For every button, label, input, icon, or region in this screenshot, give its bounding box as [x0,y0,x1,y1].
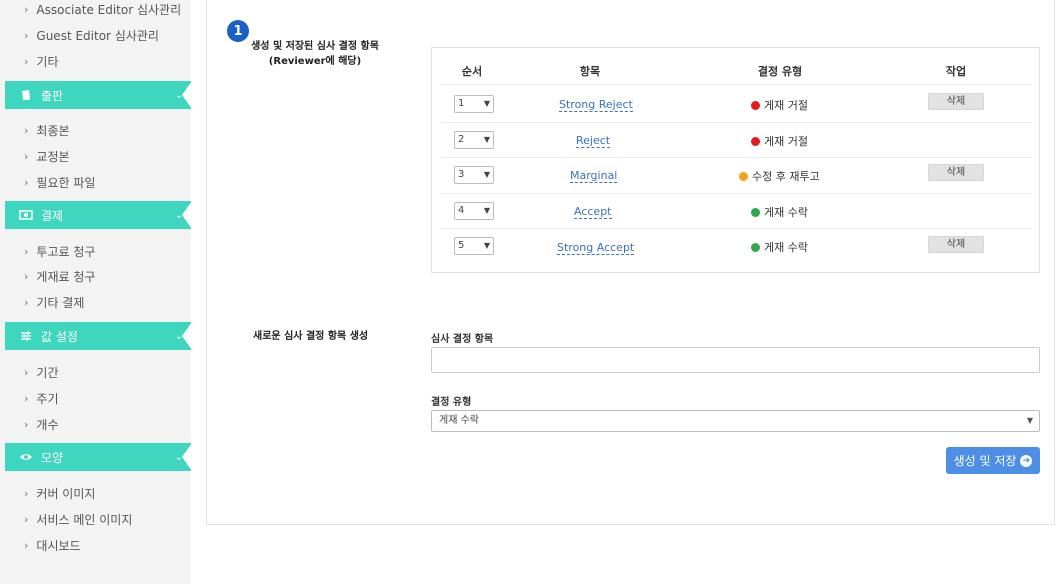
row-divider [441,157,1032,158]
eye-icon [19,451,33,463]
caret-down-icon: ▼ [483,241,490,250]
sidebar-item-cover-image[interactable]: › 커버 이미지 [24,485,95,502]
sidebar: › Associate Editor 심사관리 › Guest Editor 심사관… [0,0,192,584]
order-select-4[interactable]: 4 ▼ [454,202,494,220]
order-select-1[interactable]: 1 ▼ [454,95,494,113]
header-action: 작업 [945,65,967,78]
status-dot [739,171,748,181]
caret-down-icon: ▼ [483,135,490,144]
sidebar-item-associate-editor[interactable]: › Associate Editor 심사관리 [24,1,181,18]
item-link-3[interactable]: Marginal [570,169,618,183]
new-item-label: 새로운 심사 결정 항목 생성 [253,331,369,342]
sidebar-item-publication-fee[interactable]: › 게재료 청구 [24,268,95,285]
decision-type-select[interactable]: 게재 수락 ▼ [431,410,1040,432]
caret-down-icon: ▼ [483,99,490,108]
decision-type-4: 게재 수락 [751,204,808,220]
order-select-3[interactable]: 3 ▼ [454,166,494,184]
header-item: 항목 [579,65,601,78]
sidebar-item-files[interactable]: › 필요한 파일 [24,174,95,191]
delete-button-1[interactable]: 삭제 [928,93,984,110]
chevron-right-icon: › [24,513,29,526]
status-dot [751,136,760,146]
order-select-2[interactable]: 2 ▼ [454,131,494,149]
header-order: 순서 [461,65,483,78]
sidebar-item-guest-editor[interactable]: › Guest Editor 심사관리 [24,27,159,44]
row-divider [441,228,1032,229]
status-dot [751,100,760,110]
chevron-right-icon: › [24,55,29,68]
caret-down-icon: ▼ [1026,416,1033,425]
item-link-2[interactable]: Reject [576,134,611,148]
sidebar-item-proof[interactable]: › 교정본 [24,148,70,165]
decision-type-label: 결정 유형 [431,397,472,408]
chevron-right-icon: › [24,3,29,16]
sidebar-item-etc[interactable]: › 기타 [24,53,59,70]
chevron-right-icon: › [24,487,29,500]
book-icon [19,89,33,101]
chevron-right-icon: › [24,29,29,42]
decision-type-5: 게재 수락 [751,239,808,255]
decision-item-input[interactable] [431,347,1040,373]
chevron-right-icon: › [24,150,29,163]
header-divider [441,84,1032,85]
item-link-4[interactable]: Accept [574,205,612,219]
arrow-right-circle-icon: ➜ [1020,454,1033,467]
decision-type-1: 게재 거절 [751,97,808,113]
item-link-1[interactable]: Strong Reject [559,98,633,112]
sidebar-item-period[interactable]: › 기간 [24,364,59,381]
chevron-right-icon: › [24,366,29,379]
caret-down-icon: ▼ [483,170,490,179]
status-dot [751,207,760,217]
sidebar-item-submission-fee[interactable]: › 투고료 청구 [24,243,95,260]
chevron-right-icon: › [24,245,29,258]
chevron-right-icon: › [24,270,29,283]
status-dot [751,242,760,252]
sidebar-item-dashboard[interactable]: › 대시보드 [24,537,81,554]
row-divider [441,122,1032,123]
chevron-right-icon: › [24,539,29,552]
sidebar-section-appearance[interactable]: 모양 ⌄ [5,443,192,471]
sidebar-section-payment[interactable]: 결제 ⌄ [5,201,192,229]
chevron-right-icon: › [24,176,29,189]
sliders-icon [19,330,33,342]
delete-button-3[interactable]: 삭제 [928,164,984,181]
saved-items-label: 생성 및 저장된 심사 결정 항목 (Reviewer에 해당) [251,41,379,67]
sidebar-section-settings[interactable]: 값 설정 ⌄ [5,322,192,350]
sidebar-item-main-image[interactable]: › 서비스 메인 이미지 [24,511,132,528]
row-divider [441,193,1032,194]
sidebar-item-cycle[interactable]: › 주기 [24,390,59,407]
chevron-right-icon: › [24,392,29,405]
decision-type-2: 게재 거절 [751,133,808,149]
sidebar-item-other-payment[interactable]: › 기타 결제 [24,294,84,311]
chevron-right-icon: › [24,296,29,309]
delete-button-5[interactable]: 삭제 [928,236,984,253]
decision-type-3: 수정 후 재투고 [739,168,820,184]
sidebar-item-final[interactable]: › 최종본 [24,122,70,139]
chevron-right-icon: › [24,418,29,431]
create-save-button[interactable]: 생성 및 저장 ➜ [946,447,1040,474]
decision-item-label: 심사 결정 항목 [431,334,494,345]
header-type: 결정 유형 [757,65,803,78]
sidebar-item-count[interactable]: › 개수 [24,416,59,433]
caret-down-icon: ▼ [483,206,490,215]
order-select-5[interactable]: 5 ▼ [454,237,494,255]
sidebar-section-publish[interactable]: 출판 ⌄ [5,81,192,109]
money-icon [19,209,33,221]
chevron-right-icon: › [24,124,29,137]
item-link-5[interactable]: Strong Accept [557,241,635,255]
